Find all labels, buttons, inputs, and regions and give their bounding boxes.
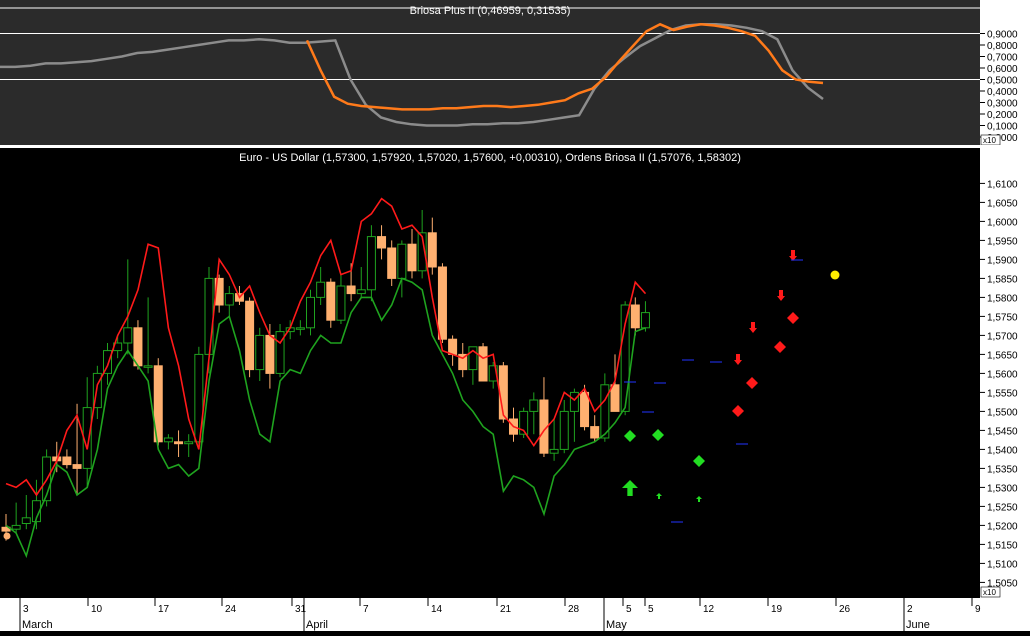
xtick-label: 2 [907,604,913,615]
candle-body [549,448,559,454]
candle-body [407,243,417,272]
candle-body [569,391,579,412]
yellow-dot [830,270,840,280]
candle-body [11,524,21,530]
main-ytick-label: 1,5650 [987,350,1018,361]
xtick-label: 26 [839,604,851,615]
candle-body [306,296,315,329]
upper-ytick-label: 0,8000 [987,41,1018,52]
upper-ytick-label: 0,9000 [987,30,1018,41]
xtick-label: 12 [703,604,715,615]
upper-ytick-label: 0,5000 [987,76,1018,87]
main-ytick-label: 1,5250 [987,502,1018,513]
candle-body [529,399,539,412]
candle-body [204,277,214,355]
month-label: March [22,619,53,631]
candle-body [630,304,640,329]
xtick-label: 5 [626,604,632,615]
xtick-label: 5 [648,604,654,615]
month-label: May [606,619,627,631]
candle-body [559,410,569,450]
candle-body [437,266,447,340]
candle-body [133,327,143,367]
main-ytick-label: 1,5750 [987,312,1018,323]
start-dot [3,532,11,540]
main-ytick-label: 1,5500 [987,407,1018,418]
xtick-label: 28 [568,604,580,615]
chart-svg: Briosa Plus II (0,46959, 0,31535) 0,9000… [0,0,1030,631]
upper-ytick-label: 0,6000 [987,64,1018,75]
upper-ytick-label: 0,3000 [987,99,1018,110]
candle-body [478,346,488,382]
main-ytick-label: 1,5100 [987,559,1018,570]
main-ytick-label: 1,5150 [987,540,1018,551]
main-ytick-label: 1,5950 [987,236,1018,247]
xtick-label: 21 [500,604,512,615]
main-ytick-label: 1,6000 [987,217,1018,228]
candle-body [346,285,356,295]
main-ytick-label: 1,5350 [987,464,1018,475]
xtick-label: 9 [975,604,981,615]
main-ytick-label: 1,5600 [987,369,1018,380]
candle-body [316,281,326,298]
main-ytick-label: 1,5400 [987,445,1018,456]
upper-title: Briosa Plus II (0,46959, 0,31535) [410,5,571,17]
candle-body [72,464,82,469]
candle-body [356,289,366,295]
main-ytick-label: 1,5700 [987,331,1018,342]
xtick-label: 17 [158,604,170,615]
month-label: April [306,619,328,631]
candle-body [336,285,346,321]
main-title: Euro - US Dollar (1,57300, 1,57920, 1,57… [239,152,741,164]
upper-ytick-label: 0,2000 [987,110,1018,121]
panel-separator [0,145,1030,148]
xtick-label: 7 [363,604,369,615]
month-label: June [906,619,930,631]
candle-body [62,456,72,466]
candle-body [174,441,184,445]
candle-body [580,391,590,428]
candle-body [224,293,234,306]
upper-ytick-label: 0,7000 [987,53,1018,64]
main-ytick-label: 1,5850 [987,274,1018,285]
candle-body [184,441,194,445]
main-ytick-label: 1,5450 [987,426,1018,437]
xtick-label: 3 [23,604,29,615]
main-ytick-label: 1,5550 [987,388,1018,399]
main-multiplier: x10 [983,588,996,597]
candle-body [387,247,397,279]
candle-body [377,236,387,249]
chart-root: Briosa Plus II (0,46959, 0,31535) 0,9000… [0,0,1030,631]
xtick-label: 24 [225,604,237,615]
xtick-label: 14 [431,604,443,615]
main-ytick-label: 1,5200 [987,521,1018,532]
candle-body [448,338,458,355]
candle-body [326,281,336,321]
main-ytick-label: 1,6050 [987,198,1018,209]
candle-body [21,517,31,524]
main-ytick-label: 1,5900 [987,255,1018,266]
candle-body [427,232,437,268]
candle-body [245,300,255,371]
xtick-label: 19 [771,604,783,615]
main-ytick-label: 1,5300 [987,483,1018,494]
main-ytick-label: 1,5800 [987,293,1018,304]
upper-ytick-label: 0,4000 [987,87,1018,98]
main-ytick-label: 1,6100 [987,179,1018,190]
candle-body [366,236,376,291]
candle-body [397,243,407,279]
candle-body [123,327,133,344]
xtick-label: 10 [91,604,103,615]
candle-body [265,334,275,374]
candle-body [255,334,265,371]
candle-body [163,437,173,443]
upper-multiplier: x10 [983,136,996,145]
xtick-label: 31 [295,604,307,615]
candle-body [610,384,620,412]
candle-body [295,327,305,330]
candle-body [640,312,650,329]
candle-body [143,365,153,368]
candle-body [590,426,600,439]
upper-ytick-label: 0,1000 [987,122,1018,133]
